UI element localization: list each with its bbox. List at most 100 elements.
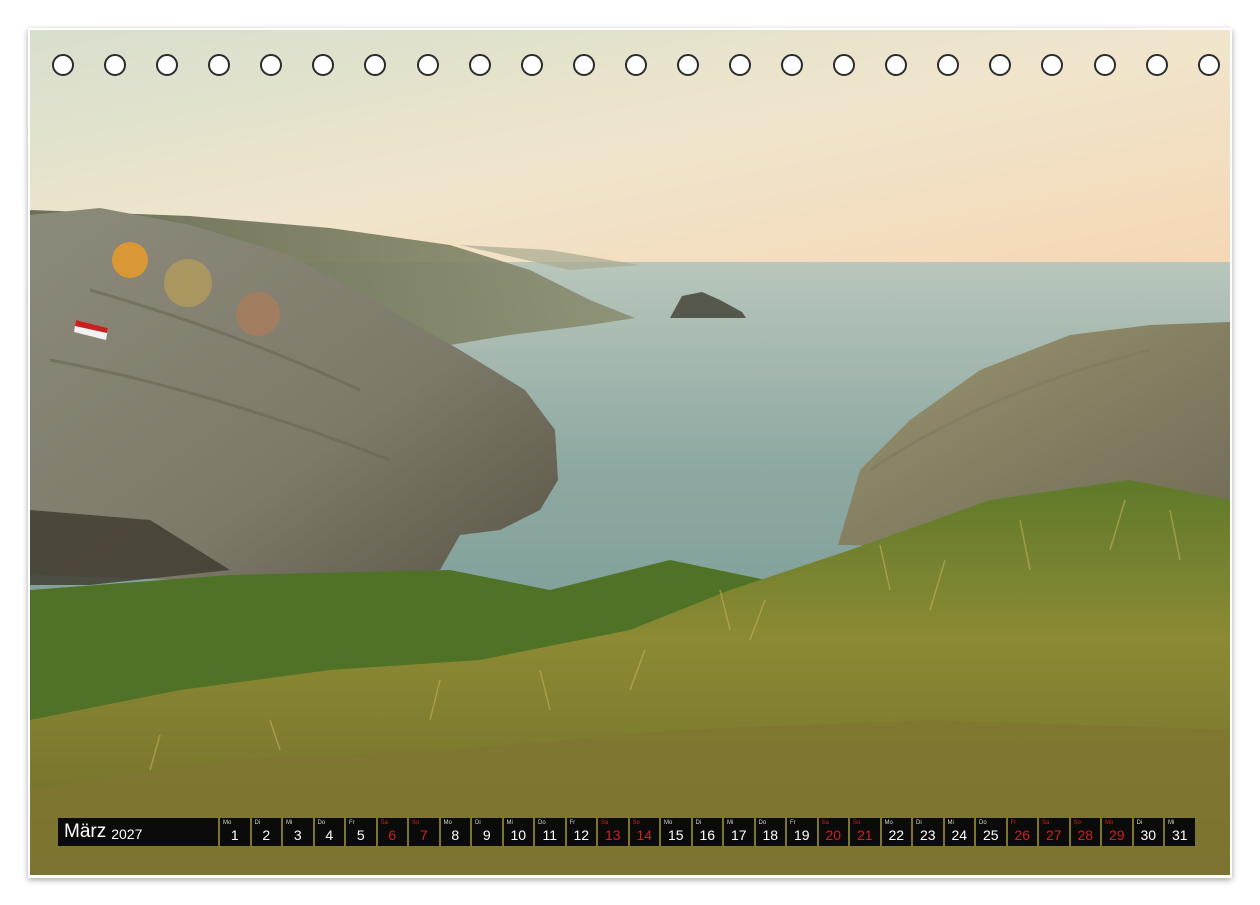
month-label: März 2027	[58, 818, 218, 846]
day-number: 14	[636, 827, 653, 843]
day-cell: Mi 10	[503, 818, 533, 846]
day-cell: Do 18	[755, 818, 785, 846]
day-cell: So 21	[850, 818, 880, 846]
day-cell: So 28	[1070, 818, 1100, 846]
binding-hole	[572, 54, 595, 76]
day-number: 27	[1045, 827, 1062, 843]
binding-hole	[468, 54, 491, 76]
day-number: 15	[667, 827, 684, 843]
day-number: 31	[1171, 827, 1188, 843]
day-number: 2	[262, 827, 271, 843]
weekday-label: Di	[916, 820, 922, 826]
binding-hole	[260, 54, 283, 76]
day-cell: Mi 24	[944, 818, 974, 846]
weekday-label: Do	[538, 820, 546, 826]
day-cell: Di 2	[251, 818, 281, 846]
weekday-label: Mo	[223, 820, 232, 826]
weekday-label: Fr	[349, 820, 355, 826]
weekday-label: Mi	[286, 820, 293, 826]
month-name: März	[64, 821, 107, 842]
weekday-label: Fr	[790, 820, 796, 826]
day-number: 26	[1014, 827, 1031, 843]
day-number: 10	[510, 827, 527, 843]
binding-hole	[1093, 54, 1116, 76]
day-number: 23	[919, 827, 936, 843]
binding-hole	[312, 54, 335, 76]
binding-hole	[781, 54, 804, 76]
landscape-photo	[30, 30, 1230, 875]
day-cell: Mi 31	[1165, 818, 1195, 846]
weekday-label: Fr	[569, 820, 576, 826]
day-number: 18	[762, 827, 779, 843]
day-cell: Do 4	[314, 818, 344, 846]
day-cell: Di 16	[692, 818, 722, 846]
day-number: 4	[325, 827, 334, 843]
day-cell: Do 25	[976, 818, 1006, 846]
day-cell: Fr 19	[787, 818, 817, 846]
weekday-label: Di	[254, 820, 261, 826]
binding-hole	[520, 54, 543, 76]
binding-hole	[1197, 54, 1220, 76]
day-cell: Fr 12	[566, 818, 596, 846]
weekday-label: So	[412, 820, 420, 826]
weekday-label: Do	[758, 820, 767, 826]
binding-holes	[30, 54, 1230, 80]
day-cell: Mi 3	[283, 818, 313, 846]
day-cell: Di 23	[913, 818, 943, 846]
day-cell: Do 11	[535, 818, 565, 846]
day-number: 30	[1140, 827, 1157, 843]
weekday-label: Do	[317, 820, 326, 826]
day-number: 1	[230, 827, 239, 843]
binding-hole	[833, 54, 856, 76]
day-number: 12	[573, 827, 590, 843]
day-number: 24	[951, 827, 968, 843]
calendar-bar: März 2027 Mo 1 Di 2 Mi 3 Do 4 Fr 5 Sa 6 So 7 Mo 8 Di 9 Mi 1…	[58, 818, 1195, 846]
day-number: 11	[542, 827, 558, 843]
weekday-label: Mo	[664, 820, 673, 826]
day-number: 9	[482, 827, 491, 843]
weekday-label: Mo	[884, 820, 893, 826]
day-number: 22	[888, 827, 905, 843]
day-number: 25	[982, 827, 999, 843]
binding-hole	[1041, 54, 1064, 76]
binding-hole	[1145, 54, 1168, 76]
day-number: 20	[825, 827, 842, 843]
day-number: 7	[419, 827, 428, 843]
day-cell: Mo 29	[1102, 818, 1132, 846]
weekday-label: Mi	[727, 820, 734, 826]
day-number: 6	[388, 827, 397, 843]
binding-hole	[676, 54, 699, 76]
month-year: 2027	[111, 825, 143, 842]
day-number: 21	[856, 827, 873, 843]
binding-hole	[729, 54, 752, 76]
binding-hole	[624, 54, 647, 76]
weekday-label: Di	[695, 820, 702, 826]
day-cell: Mo 15	[661, 818, 691, 846]
weekday-label: So	[853, 820, 861, 826]
day-number: 29	[1108, 827, 1125, 843]
binding-hole	[937, 54, 960, 76]
day-number: 5	[356, 827, 365, 843]
day-number: 28	[1077, 827, 1094, 843]
day-cell: So 14	[629, 818, 659, 846]
day-number: 19	[793, 827, 810, 843]
day-cell: Fr 5	[346, 818, 376, 846]
day-number: 16	[699, 827, 716, 843]
day-cell: Mo 1	[220, 818, 250, 846]
weekday-label: Mi	[1168, 820, 1175, 826]
binding-hole	[104, 54, 127, 76]
weekday-label: Di	[475, 820, 481, 826]
weekday-label: Sa	[1042, 820, 1050, 826]
weekday-label: Sa	[601, 820, 609, 826]
weekday-label: Do	[979, 820, 987, 826]
weekday-label: So	[632, 820, 640, 826]
weekday-label: Di	[1136, 820, 1143, 826]
weekday-label: Mo	[1105, 820, 1114, 826]
binding-hole	[364, 54, 387, 76]
weekday-label: So	[1073, 820, 1081, 826]
day-cell: Mi 17	[724, 818, 754, 846]
weekday-label: Fr	[1010, 820, 1017, 826]
binding-hole	[156, 54, 179, 76]
binding-hole	[885, 54, 908, 76]
weekday-label: Sa	[821, 820, 829, 826]
